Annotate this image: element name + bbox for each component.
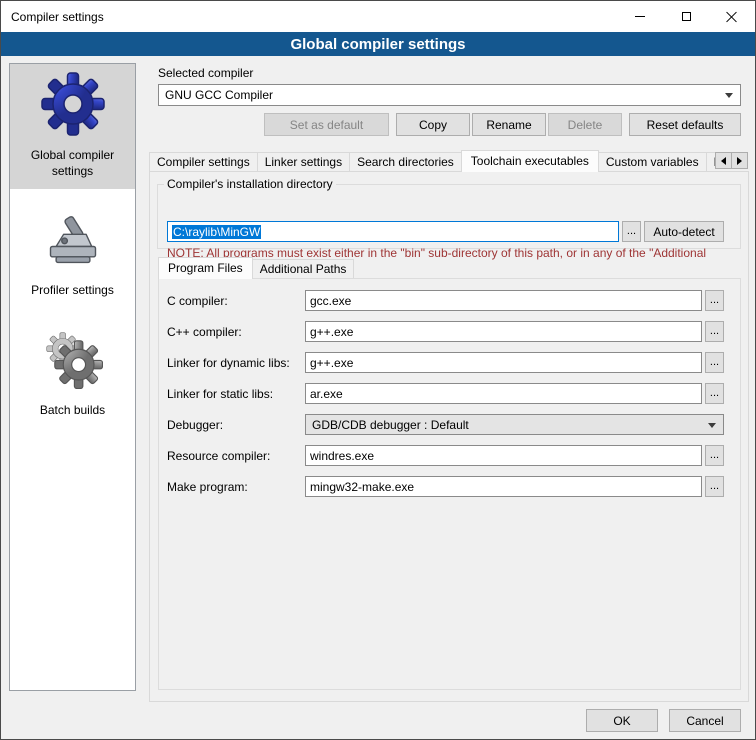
tab-program-files[interactable]: Program Files	[158, 257, 253, 279]
close-button[interactable]	[709, 1, 755, 32]
rename-button[interactable]: Rename	[472, 113, 546, 136]
tabs-clip: Compiler settingsLinker settingsSearch d…	[149, 150, 715, 172]
sidebar-item-label: Profiler settings	[31, 283, 114, 299]
installation-directory-input[interactable]: C:\raylib\MinGW	[167, 221, 619, 242]
field-value: ar.exe	[310, 387, 343, 401]
field-value: windres.exe	[310, 449, 374, 463]
field-label: Make program:	[167, 480, 305, 494]
sidebar-item-batch-builds[interactable]: Batch builds	[10, 319, 135, 429]
browse-directory-button[interactable]: ...	[622, 221, 641, 242]
chevron-down-icon	[725, 93, 733, 98]
tab-search-directories[interactable]: Search directories	[349, 152, 462, 171]
installation-directory-group-title: Compiler's installation directory	[164, 177, 336, 191]
sidebar-item-label: Batch builds	[40, 403, 105, 419]
browse-button[interactable]: ...	[705, 352, 724, 373]
tab-linker-settings[interactable]: Linker settings	[257, 152, 350, 171]
tab-additional-paths[interactable]: Additional Paths	[252, 259, 355, 278]
tab-scroll-right-button[interactable]	[731, 152, 748, 169]
sidebar-item-profiler-settings[interactable]: Profiler settings	[10, 199, 135, 309]
program-files-panel: C compiler: gcc.exe... C++ compiler: g++.ex…	[158, 278, 741, 690]
browse-button[interactable]: ...	[705, 290, 724, 311]
debugger-dropdown[interactable]: GDB/CDB debugger : Default	[305, 414, 724, 435]
close-icon	[726, 11, 738, 23]
linker-for-dynamic-libs-input[interactable]: g++.exe	[305, 352, 702, 373]
delete-button: Delete	[548, 113, 622, 136]
program-files-subtabs: Program Files Additional Paths	[158, 257, 354, 279]
installation-directory-group: Compiler's installation directory C:\ray…	[157, 177, 741, 249]
make-program-input[interactable]: mingw32-make.exe	[305, 476, 702, 497]
browse-button[interactable]: ...	[705, 476, 724, 497]
set-as-default-button: Set as default	[264, 113, 389, 136]
browse-button[interactable]: ...	[705, 445, 724, 466]
c-compiler-input[interactable]: gcc.exe	[305, 290, 702, 311]
gear-blue-icon	[41, 72, 105, 136]
copy-button[interactable]: Copy	[396, 113, 470, 136]
tab-custom-variables[interactable]: Custom variables	[598, 152, 707, 171]
maximize-icon	[682, 12, 691, 21]
field-label: Linker for dynamic libs:	[167, 356, 305, 370]
compiler-action-buttons: Set as default CopyRenameDelete Reset defa…	[158, 113, 741, 136]
sidebar-item-global-compiler-settings[interactable]: Global compiler settings	[10, 64, 135, 189]
tab-scroll-controls	[715, 152, 748, 169]
compiler-settings-window: Compiler settings Global compiler settin…	[0, 0, 756, 740]
selected-compiler-value: GNU GCC Compiler	[165, 88, 273, 102]
tab-compiler-settings[interactable]: Compiler settings	[149, 152, 258, 171]
linker-for-static-libs-input[interactable]: ar.exe	[305, 383, 702, 404]
browse-button[interactable]: ...	[705, 321, 724, 342]
tab-build-options[interactable]: Build options	[706, 152, 715, 171]
field-label: Linker for static libs:	[167, 387, 305, 401]
ok-button[interactable]: OK	[586, 709, 658, 732]
minimize-button[interactable]	[617, 1, 663, 32]
field-label: C++ compiler:	[167, 325, 305, 339]
maximize-button[interactable]	[663, 1, 709, 32]
auto-detect-button[interactable]: Auto-detect	[644, 221, 724, 242]
field-label: Debugger:	[167, 418, 305, 432]
gear-gray-icon	[41, 327, 105, 391]
field-value: mingw32-make.exe	[310, 480, 414, 494]
field-label: C compiler:	[167, 294, 305, 308]
cancel-button[interactable]: Cancel	[669, 709, 741, 732]
toolchain-field-row: C++ compiler: g++.exe...	[167, 321, 732, 342]
window-title: Compiler settings	[11, 10, 104, 24]
main-tabstrip: Compiler settingsLinker settingsSearch d…	[149, 150, 749, 172]
dialog-header: Global compiler settings	[1, 32, 755, 56]
toolchain-field-row: C compiler: gcc.exe...	[167, 290, 732, 311]
field-label: Resource compiler:	[167, 449, 305, 463]
field-value: gcc.exe	[310, 294, 351, 308]
window-controls	[617, 1, 755, 32]
tab-toolchain-executables[interactable]: Toolchain executables	[461, 150, 599, 172]
toolchain-field-row: Make program: mingw32-make.exe...	[167, 476, 732, 497]
settings-category-list: Global compiler settings Profiler settin…	[9, 63, 136, 691]
toolchain-field-row: Resource compiler: windres.exe...	[167, 445, 732, 466]
profiler-tool-icon	[41, 207, 105, 271]
selected-compiler-dropdown[interactable]: GNU GCC Compiler	[158, 84, 741, 106]
field-value: g++.exe	[310, 325, 353, 339]
chevron-left-icon	[721, 157, 726, 165]
c-compiler-input[interactable]: g++.exe	[305, 321, 702, 342]
selected-compiler-label: Selected compiler	[158, 66, 253, 80]
titlebar[interactable]: Compiler settings	[1, 1, 755, 32]
toolchain-field-row: Debugger: GDB/CDB debugger : Default	[167, 414, 732, 435]
tab-scroll-left-button[interactable]	[715, 152, 732, 169]
field-value: g++.exe	[310, 356, 353, 370]
browse-button[interactable]: ...	[705, 383, 724, 404]
chevron-down-icon	[708, 423, 716, 428]
reset-defaults-button[interactable]: Reset defaults	[629, 113, 741, 136]
resource-compiler-input[interactable]: windres.exe	[305, 445, 702, 466]
minimize-icon	[635, 16, 645, 17]
chevron-right-icon	[737, 157, 742, 165]
toolchain-field-row: Linker for static libs: ar.exe...	[167, 383, 732, 404]
toolchain-field-row: Linker for dynamic libs: g++.exe...	[167, 352, 732, 373]
field-value: GDB/CDB debugger : Default	[312, 418, 469, 432]
sidebar-item-label: Global compiler settings	[14, 148, 131, 179]
installation-directory-value: C:\raylib\MinGW	[172, 225, 261, 239]
